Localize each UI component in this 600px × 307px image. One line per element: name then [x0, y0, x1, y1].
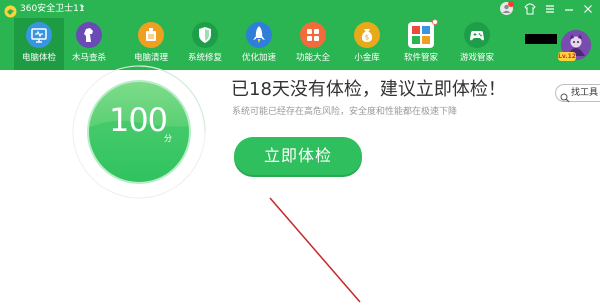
checkup-subtext: 系统可能已经存在高危风险，安全度和性能都在极速下降	[232, 107, 458, 117]
skin-icon[interactable]	[524, 3, 536, 15]
annotation-arrow	[269, 197, 361, 303]
tab-label: 优化加速	[241, 53, 276, 63]
score-unit: 分	[164, 134, 172, 143]
app-logo-icon	[4, 3, 17, 18]
tab-checkup[interactable]: 电脑体检	[14, 18, 64, 70]
tab-label: 功能大全	[295, 53, 330, 63]
title-bar: 360安全卫士11 ↑	[0, 0, 600, 18]
minimize-icon[interactable]	[563, 3, 575, 15]
app-title: 360安全卫士11	[20, 4, 85, 14]
cleanup-icon	[138, 22, 164, 48]
close-icon[interactable]	[582, 3, 594, 15]
monitor-check-icon	[26, 22, 52, 48]
svg-text:$: $	[365, 34, 369, 42]
gamepad-icon	[464, 22, 490, 48]
upgrade-arrow-icon[interactable]: ↑	[79, 2, 86, 16]
tab-speed-up[interactable]: 优化加速	[234, 18, 284, 70]
shield-icon	[192, 22, 218, 48]
checkup-headline: 已18天没有体检，建议立即体检！	[231, 79, 506, 100]
search-icon	[560, 88, 570, 107]
tab-game-manager[interactable]: 游戏管家	[452, 18, 502, 70]
health-score: 100	[108, 101, 168, 139]
level-badge: Lv.12	[558, 52, 576, 61]
software-icon	[408, 22, 434, 48]
notification-badge	[508, 1, 514, 7]
tab-label: 游戏管家	[459, 53, 494, 63]
find-tools-button[interactable]: 找工具	[555, 84, 600, 103]
menu-icon[interactable]	[544, 3, 556, 15]
find-tools-label: 找工具	[571, 88, 599, 98]
tab-all-features[interactable]: 功能大全	[288, 18, 338, 70]
money-bag-icon: $	[354, 22, 380, 48]
grid-icon	[300, 22, 326, 48]
tab-label: 小金库	[354, 53, 380, 63]
tab-label: 软件管家	[403, 53, 438, 63]
rocket-icon	[246, 22, 272, 48]
tab-label: 电脑体检	[21, 53, 56, 63]
redacted-username	[525, 34, 557, 44]
new-badge	[432, 19, 438, 25]
check-now-button[interactable]: 立即体检	[234, 137, 362, 175]
tab-software-manager[interactable]: 软件管家	[396, 18, 446, 70]
trojan-horse-icon	[76, 22, 102, 48]
tab-treasury[interactable]: $ 小金库	[342, 18, 392, 70]
